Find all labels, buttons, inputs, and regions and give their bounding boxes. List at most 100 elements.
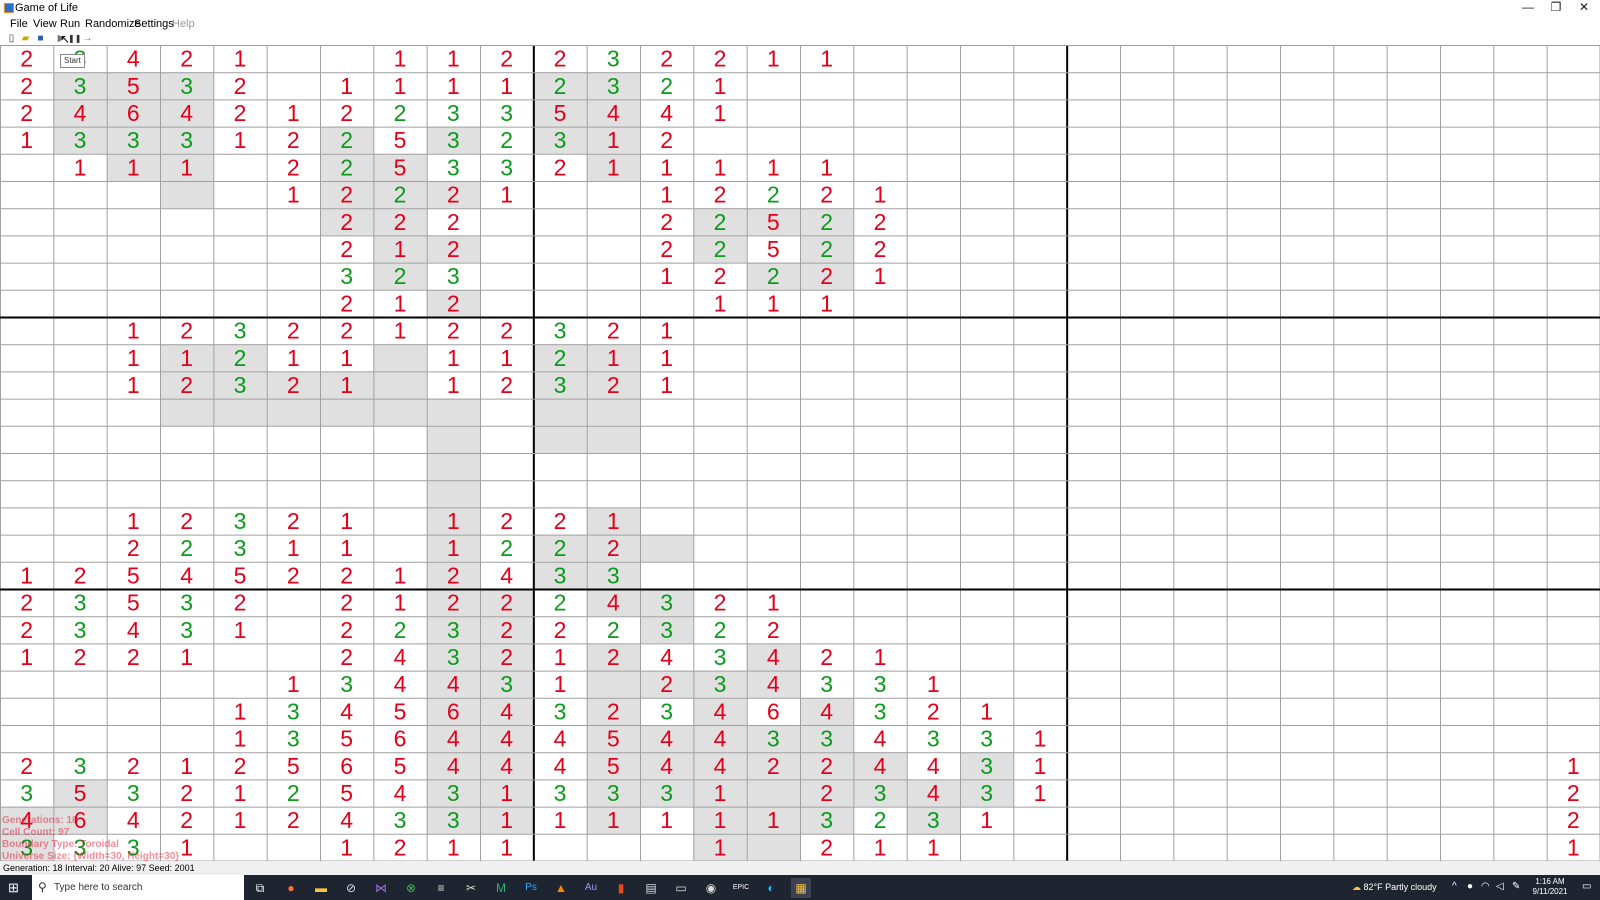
alive-cell[interactable] bbox=[746, 779, 800, 807]
alive-cell[interactable] bbox=[160, 181, 214, 209]
edge-icon[interactable]: ◐ bbox=[761, 878, 781, 898]
neighbor-count: 1 bbox=[714, 780, 727, 806]
neighbor-count: 3 bbox=[447, 263, 460, 289]
next-step-icon[interactable]: → bbox=[82, 33, 93, 44]
neighbor-count: 1 bbox=[874, 644, 887, 670]
neighbor-count: 3 bbox=[234, 535, 247, 561]
neighbor-count: 1 bbox=[394, 290, 407, 316]
alive-cell[interactable] bbox=[426, 453, 480, 481]
microphone-icon[interactable]: ● bbox=[1467, 881, 1473, 892]
new-file-icon[interactable]: ▯ bbox=[6, 33, 17, 44]
xbox-icon[interactable]: ⊗ bbox=[401, 878, 421, 898]
alive-cell[interactable] bbox=[640, 534, 694, 562]
alive-cell[interactable] bbox=[586, 670, 640, 698]
photoshop-icon[interactable]: Ps bbox=[521, 878, 541, 898]
alive-cell[interactable] bbox=[533, 425, 587, 453]
neighbor-count: 4 bbox=[554, 726, 567, 752]
alive-cell[interactable] bbox=[160, 398, 214, 426]
neighbor-count: 1 bbox=[180, 154, 193, 180]
neighbor-count: 2 bbox=[660, 236, 673, 262]
neighbor-count: 3 bbox=[20, 834, 33, 860]
neighbor-count: 2 bbox=[340, 617, 353, 643]
neighbor-count: 5 bbox=[554, 100, 567, 126]
alive-cell[interactable] bbox=[373, 398, 427, 426]
menu-randomize[interactable]: Randomize bbox=[85, 18, 141, 30]
minimize-button[interactable]: — bbox=[1514, 0, 1542, 16]
alive-cell[interactable] bbox=[373, 344, 427, 372]
windows-start-icon[interactable]: ⊞ bbox=[8, 881, 19, 894]
close-button[interactable]: ✕ bbox=[1570, 0, 1598, 16]
notepad-icon[interactable]: ▭ bbox=[671, 878, 691, 898]
save-icon[interactable]: ■ bbox=[35, 33, 46, 44]
neighbor-count: 1 bbox=[927, 671, 940, 697]
alive-cell[interactable] bbox=[746, 833, 800, 861]
m-app-icon[interactable]: M bbox=[491, 878, 511, 898]
neighbor-count: 2 bbox=[660, 46, 673, 72]
neighbor-count: 1 bbox=[714, 100, 727, 126]
menu-file[interactable]: File bbox=[10, 18, 28, 30]
alive-cell[interactable] bbox=[533, 398, 587, 426]
neighbor-count: 4 bbox=[714, 726, 727, 752]
chevron-up-icon[interactable]: ^ bbox=[1452, 881, 1457, 892]
game-of-life-app-icon[interactable]: ▦ bbox=[791, 878, 811, 898]
audition-icon[interactable]: Au bbox=[581, 878, 601, 898]
alive-cell[interactable] bbox=[266, 398, 320, 426]
neighbor-count: 1 bbox=[394, 236, 407, 262]
menu-run[interactable]: Run bbox=[60, 18, 80, 30]
neighbor-count: 2 bbox=[767, 753, 780, 779]
pen-icon[interactable]: ✎ bbox=[1512, 881, 1520, 892]
compass-icon[interactable]: ⊘ bbox=[341, 878, 361, 898]
github-icon[interactable]: ◉ bbox=[701, 878, 721, 898]
neighbor-count: 1 bbox=[447, 834, 460, 860]
system-clock[interactable]: 1:16 AM 9/11/2021 bbox=[1529, 877, 1571, 897]
open-folder-icon[interactable]: ▰ bbox=[20, 33, 31, 44]
stack-icon[interactable]: ≡ bbox=[431, 878, 451, 898]
alive-cell[interactable] bbox=[426, 480, 480, 508]
neighbor-count: 4 bbox=[447, 726, 460, 752]
alive-cell[interactable] bbox=[426, 425, 480, 453]
neighbor-count: 3 bbox=[447, 807, 460, 833]
menu-settings[interactable]: Settings bbox=[134, 18, 174, 30]
weather-widget[interactable]: ☁ 82°F Partly cloudy bbox=[1352, 882, 1437, 893]
game-grid[interactable]: 2342111223221123532111123212464212233544… bbox=[0, 45, 1600, 861]
task-view-icon[interactable]: ⧉ bbox=[250, 878, 270, 898]
neighbor-count: 1 bbox=[180, 644, 193, 670]
taskbar-search-box[interactable]: ⚲ Type here to search bbox=[32, 875, 244, 900]
neighbor-count: 1 bbox=[127, 508, 140, 534]
firefox-icon[interactable]: ● bbox=[281, 878, 301, 898]
grid-canvas[interactable]: 2342111223221123532111123212464212233544… bbox=[0, 45, 1600, 861]
vlc-icon[interactable]: ▲ bbox=[551, 878, 571, 898]
menu-help[interactable]: Help bbox=[172, 18, 195, 30]
neighbor-count: 2 bbox=[500, 590, 513, 616]
neighbor-count: 2 bbox=[394, 100, 407, 126]
alive-cell[interactable] bbox=[320, 398, 374, 426]
neighbor-count: 1 bbox=[20, 562, 33, 588]
status-text: Generation: 18 Interval: 20 Alive: 97 Se… bbox=[3, 863, 195, 873]
menu-view[interactable]: View bbox=[33, 18, 57, 30]
neighbor-count: 1 bbox=[127, 318, 140, 344]
restore-button[interactable]: ❐ bbox=[1542, 0, 1570, 16]
volume-icon[interactable]: ◁ bbox=[1496, 881, 1504, 892]
neighbor-count: 1 bbox=[1567, 834, 1580, 860]
visual-studio-icon[interactable]: ⋈ bbox=[371, 878, 391, 898]
alive-cell[interactable] bbox=[586, 425, 640, 453]
epic-icon[interactable]: EPIC bbox=[731, 878, 751, 898]
neighbor-count: 3 bbox=[874, 780, 887, 806]
alive-cell[interactable] bbox=[586, 398, 640, 426]
neighbor-count: 2 bbox=[340, 154, 353, 180]
notification-icon[interactable]: ▭ bbox=[1582, 881, 1591, 892]
neighbor-count: 1 bbox=[447, 73, 460, 99]
snip-icon[interactable]: ✂ bbox=[461, 878, 481, 898]
neighbor-count: 2 bbox=[234, 345, 247, 371]
network-icon[interactable]: ◠ bbox=[1481, 881, 1490, 892]
alive-cell[interactable] bbox=[373, 371, 427, 399]
neighbor-count: 3 bbox=[820, 671, 833, 697]
store-icon[interactable]: ▤ bbox=[641, 878, 661, 898]
neighbor-count: 2 bbox=[500, 372, 513, 398]
file-explorer-icon[interactable]: ▬ bbox=[311, 878, 331, 898]
office-icon[interactable]: ▮ bbox=[611, 878, 631, 898]
alive-cell[interactable] bbox=[213, 398, 267, 426]
neighbor-count: 5 bbox=[127, 562, 140, 588]
neighbor-count: 2 bbox=[500, 535, 513, 561]
alive-cell[interactable] bbox=[426, 398, 480, 426]
